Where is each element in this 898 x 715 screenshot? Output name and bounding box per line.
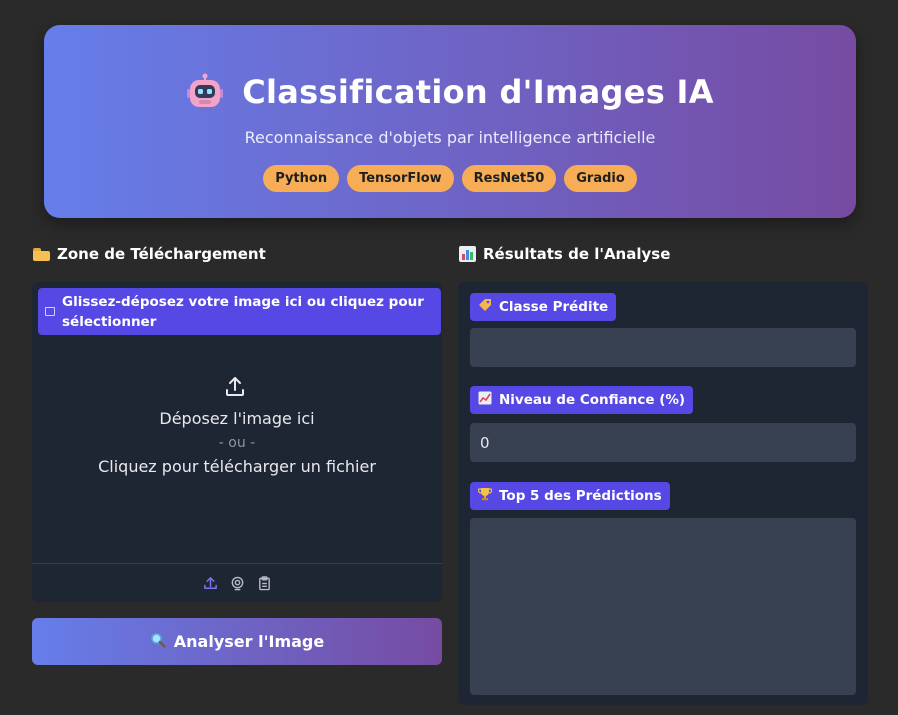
hero-header: Classification d'Images IA Reconnaissanc…	[44, 25, 856, 218]
badge-resnet50: ResNet50	[461, 165, 557, 192]
predicted-class-label: Classe Prédite	[470, 293, 617, 321]
badge-python: Python	[263, 165, 340, 192]
drop-text: Déposez l'image ici	[159, 409, 315, 428]
predicted-class-field[interactable]	[470, 328, 856, 367]
image-upload-panel[interactable]: Glissez-déposez votre image ici ou cliqu…	[32, 282, 442, 602]
trophy-icon	[477, 487, 493, 505]
bar-chart-icon	[459, 246, 476, 262]
robot-icon	[186, 73, 224, 111]
top5-label: Top 5 des Prédictions	[470, 482, 670, 510]
click-to-upload-text: Cliquez pour télécharger un fichier	[98, 457, 376, 476]
analyze-button-label: Analyser l'Image	[173, 632, 325, 651]
tag-icon	[478, 298, 492, 316]
upload-section-heading: Zone de Téléchargement	[33, 245, 266, 263]
or-separator: - ou -	[218, 435, 256, 451]
upload-icon[interactable]	[202, 575, 218, 591]
predicted-class-label-text: Classe Prédite	[499, 299, 609, 315]
badge-tensorflow: TensorFlow	[347, 165, 454, 192]
confidence-label: Niveau de Confiance (%)	[470, 386, 694, 414]
upload-label: Glissez-déposez votre image ici ou cliqu…	[38, 288, 441, 335]
upload-label-text: Glissez-déposez votre image ici ou cliqu…	[62, 293, 424, 330]
upload-source-toolbar	[32, 563, 442, 602]
top5-label-text: Top 5 des Prédictions	[499, 488, 662, 504]
upload-section-title: Zone de Téléchargement	[57, 245, 266, 263]
folder-icon	[33, 247, 50, 261]
tech-badges: Python TensorFlow ResNet50 Gradio	[44, 165, 856, 192]
magnifier-icon	[150, 632, 166, 652]
analyze-image-button[interactable]: Analyser l'Image	[32, 618, 442, 665]
trend-chart-icon	[478, 391, 492, 409]
app-subtitle: Reconnaissance d'objets par intelligence…	[244, 128, 656, 147]
drop-zone[interactable]: Déposez l'image ici - ou - Cliquez pour …	[32, 335, 442, 563]
confidence-field[interactable]	[470, 423, 856, 462]
clipboard-icon[interactable]	[256, 575, 272, 591]
webcam-icon[interactable]	[229, 575, 245, 591]
app-title: Classification d'Images IA	[242, 73, 714, 111]
results-section-heading: Résultats de l'Analyse	[459, 245, 670, 263]
results-section-title: Résultats de l'Analyse	[483, 245, 671, 263]
badge-gradio: Gradio	[564, 165, 637, 192]
upload-arrow-icon	[223, 375, 247, 399]
confidence-label-text: Niveau de Confiance (%)	[499, 392, 686, 408]
title-row: Classification d'Images IA	[44, 73, 856, 111]
results-panel: Classe Prédite Niveau de Confiance (%) T…	[458, 282, 868, 705]
image-icon	[45, 307, 55, 316]
top5-predictions-field[interactable]	[470, 518, 856, 695]
